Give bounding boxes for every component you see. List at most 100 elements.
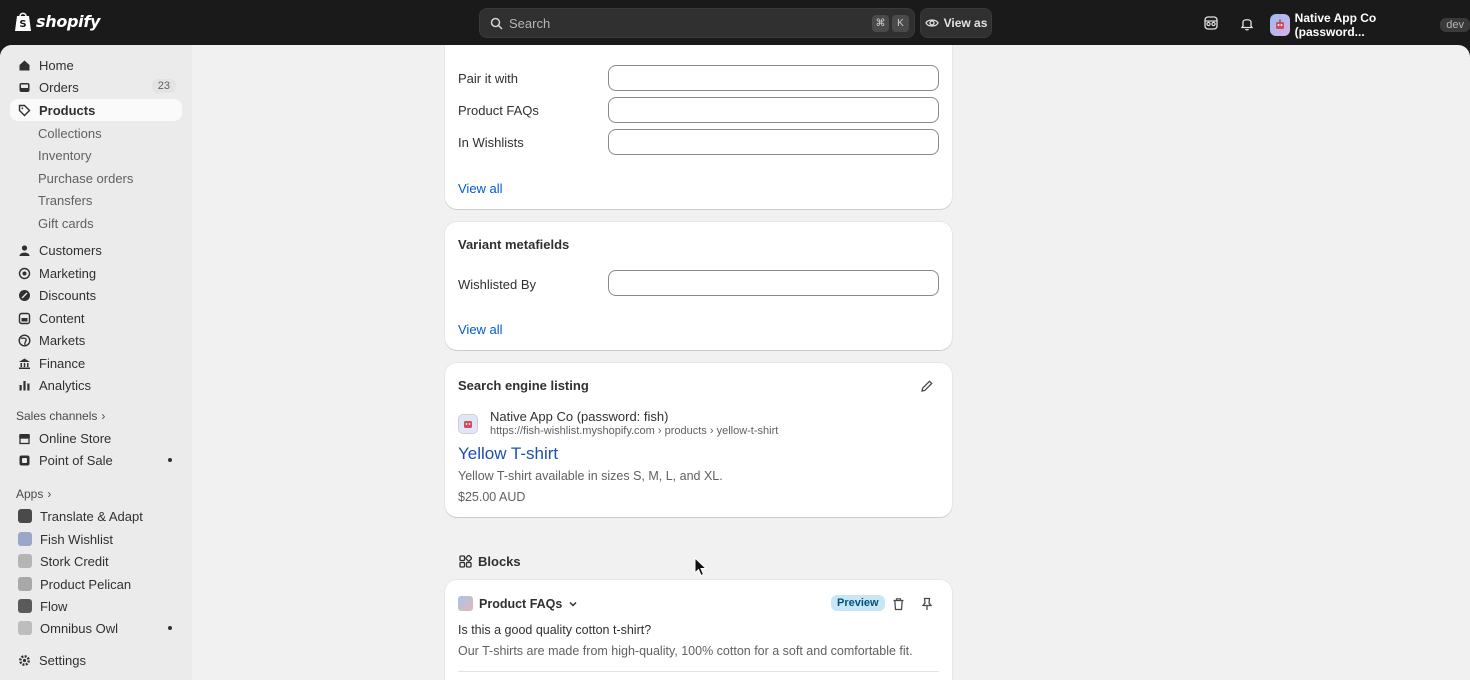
view-as-button[interactable]: View as xyxy=(920,8,992,38)
sidebar-item-content[interactable]: Content xyxy=(10,307,182,329)
sidebar-item-purchase-orders[interactable]: Purchase orders xyxy=(38,171,133,186)
apps-header[interactable]: Apps › xyxy=(16,487,51,501)
sales-channels-header[interactable]: Sales channels › xyxy=(16,409,105,423)
variant-metafields-title: Variant metafields xyxy=(458,237,570,252)
store-switcher[interactable]: Native App Co (password... dev xyxy=(1270,11,1470,39)
seo-price: $25.00 AUD xyxy=(458,490,526,504)
tag-icon xyxy=(18,104,31,117)
sidebar-item-label: Content xyxy=(39,310,85,326)
sidebar-item-home[interactable]: Home xyxy=(10,54,182,76)
sidebar-item-gift-cards[interactable]: Gift cards xyxy=(38,216,94,231)
store-avatar xyxy=(1270,14,1290,36)
seo-page-title: Yellow T-shirt xyxy=(458,444,559,463)
robot-icon xyxy=(1275,19,1284,29)
help-center-button[interactable] xyxy=(1201,13,1221,33)
seo-card-title: Search engine listing xyxy=(458,378,589,393)
storefront-icon xyxy=(18,432,31,445)
trash-icon xyxy=(893,598,904,611)
mouse-cursor-icon xyxy=(694,557,707,577)
sidebar-item-transfers[interactable]: Transfers xyxy=(38,193,92,208)
sidebar-item-analytics[interactable]: Analytics xyxy=(10,374,182,396)
sidebar-item-label: Analytics xyxy=(39,377,92,393)
discount-icon xyxy=(18,289,31,302)
sidebar-item-settings[interactable]: Settings xyxy=(10,649,182,671)
sidebar-item-label: Discounts xyxy=(39,287,97,303)
search-placeholder: Search xyxy=(509,15,551,31)
faq-divider xyxy=(458,671,939,672)
sidebar-item-flow[interactable]: Flow xyxy=(10,595,182,617)
sidebar-item-label: Flow xyxy=(40,598,68,614)
sidebar-item-label: Product Pelican xyxy=(40,576,132,592)
shortcut-k-key: K xyxy=(892,15,909,32)
sidebar-item-omnibus-owl[interactable]: Omnibus Owl xyxy=(10,617,182,639)
notifications-button[interactable] xyxy=(1237,13,1257,33)
view-all-product-metafields-link[interactable]: View all xyxy=(458,181,503,196)
omnibus-owl-app-icon xyxy=(18,621,32,635)
sidebar-item-point-of-sale[interactable]: Point of Sale xyxy=(10,449,182,471)
sidebar-item-label: Products xyxy=(39,102,96,118)
bell-icon xyxy=(1240,18,1254,30)
delete-block-button[interactable] xyxy=(892,597,906,611)
home-icon xyxy=(18,59,31,72)
search-icon xyxy=(490,17,503,30)
blocks-title: Blocks xyxy=(478,554,521,569)
search-engine-listing-card: Search engine listing Native App Co (pas… xyxy=(445,363,952,517)
product-pelican-app-icon xyxy=(18,577,32,591)
sidebar-item-stork-credit[interactable]: Stork Credit xyxy=(10,550,182,572)
sidebar-item-collections[interactable]: Collections xyxy=(38,126,102,141)
shopify-bag-icon: S xyxy=(15,12,31,31)
sales-channels-label: Sales channels xyxy=(16,409,98,423)
sidebar-item-marketing[interactable]: Marketing xyxy=(10,262,182,284)
glasses-icon xyxy=(1204,16,1218,30)
seo-url: https://fish-wishlist.myshopify.com › pr… xyxy=(490,425,779,437)
seo-description: Yellow T-shirt available in sizes S, M, … xyxy=(458,469,723,483)
shopify-logo[interactable]: S shopify xyxy=(14,11,100,32)
pair-it-with-field[interactable] xyxy=(608,65,939,91)
eye-icon xyxy=(924,19,939,27)
product-metafields-card: Pair it with Product FAQs In Wishlists V… xyxy=(445,45,952,209)
fish-wishlist-app-icon xyxy=(18,532,32,546)
faq-answer: Our T-shirts are made from high-quality,… xyxy=(458,644,913,658)
pinned-dot-icon xyxy=(168,458,172,462)
blocks-icon xyxy=(459,555,472,568)
svg-text:S: S xyxy=(19,19,26,30)
edit-seo-button[interactable] xyxy=(920,379,934,393)
product-faqs-block-card: Product FAQs Preview Is this a good qual… xyxy=(445,580,952,680)
apps-label: Apps xyxy=(16,487,44,501)
robot-icon xyxy=(464,421,472,428)
sidebar-item-product-pelican[interactable]: Product Pelican xyxy=(10,573,182,595)
sidebar-item-label: Finance xyxy=(39,355,86,371)
metafield-label-wishlisted-by: Wishlisted By xyxy=(458,277,537,292)
sidebar-item-discounts[interactable]: Discounts xyxy=(10,284,182,306)
search-input[interactable]: Search ⌘ K xyxy=(479,8,915,38)
sidebar-item-label: Stork Credit xyxy=(40,553,109,569)
sidebar-item-finance[interactable]: Finance xyxy=(10,352,182,374)
chevron-down-icon xyxy=(569,601,577,607)
block-app-selector[interactable]: Product FAQs xyxy=(458,596,578,611)
pencil-icon xyxy=(921,380,933,392)
sidebar-item-customers[interactable]: Customers xyxy=(10,239,182,261)
product-faqs-field[interactable] xyxy=(608,97,939,123)
product-faqs-app-icon xyxy=(458,596,473,611)
sidebar-item-markets[interactable]: Markets xyxy=(10,329,182,351)
sidebar-item-label: Orders xyxy=(39,79,79,95)
pin-icon xyxy=(921,597,933,610)
view-all-variant-metafields-link[interactable]: View all xyxy=(458,322,503,337)
in-wishlists-field[interactable] xyxy=(608,129,939,155)
sidebar-item-label: Translate & Adapt xyxy=(40,508,143,524)
sidebar-item-inventory[interactable]: Inventory xyxy=(38,148,91,163)
sidebar-item-fish-wishlist[interactable]: Fish Wishlist xyxy=(10,528,182,550)
sidebar-item-online-store[interactable]: Online Store xyxy=(10,427,182,449)
target-icon xyxy=(18,267,31,280)
sidebar-item-label: Settings xyxy=(39,652,86,668)
wishlisted-by-field[interactable] xyxy=(608,270,939,296)
sidebar-item-products[interactable]: Products xyxy=(10,99,182,121)
sidebar-item-label: Online Store xyxy=(39,430,112,446)
bank-icon xyxy=(18,357,31,370)
inbox-icon xyxy=(18,81,31,94)
sidebar-item-orders[interactable]: Orders 23 xyxy=(10,76,182,98)
sidebar-item-label: Markets xyxy=(39,332,86,348)
pin-block-button[interactable] xyxy=(921,597,935,611)
variant-metafields-card: Variant metafields Wishlisted By View al… xyxy=(445,222,952,350)
sidebar-item-translate-adapt[interactable]: Translate & Adapt xyxy=(10,505,182,527)
